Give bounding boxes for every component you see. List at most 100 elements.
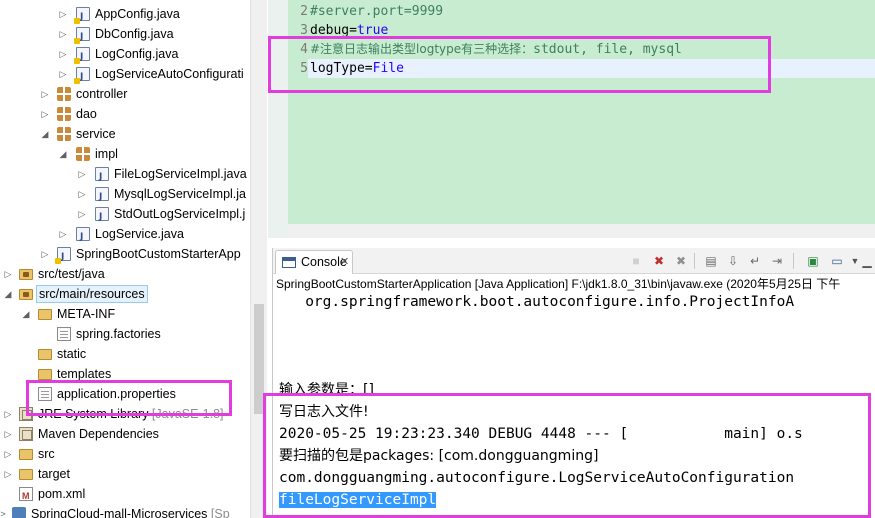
folder-icon bbox=[38, 309, 52, 320]
folder-icon bbox=[38, 349, 52, 360]
tree-item-logconfig[interactable]: ▷ LogConfig.java bbox=[0, 44, 250, 67]
scroll-lock-icon[interactable]: ⇩ bbox=[724, 252, 742, 270]
chevron-right-icon[interactable]: ▷ bbox=[58, 4, 68, 24]
chevron-right-icon[interactable]: ▷ bbox=[77, 184, 87, 204]
chevron-down-icon[interactable]: ◢ bbox=[40, 124, 50, 144]
project-icon bbox=[12, 507, 26, 518]
tree-item-label-group: SpringCloud-mall-Microservices [Sp bbox=[31, 504, 230, 518]
tree-item-impl[interactable]: ◢ impl bbox=[0, 144, 250, 164]
chevron-right-icon[interactable]: ▷ bbox=[3, 424, 13, 444]
tree-item-label: StdOutLogServiceImpl.j bbox=[114, 207, 246, 221]
editor-scrollbar[interactable] bbox=[288, 224, 875, 238]
tree-item-label: LogConfig.java bbox=[95, 47, 179, 61]
java-file-icon bbox=[76, 227, 90, 247]
java-file-icon bbox=[95, 187, 109, 207]
package-icon bbox=[76, 147, 90, 161]
tree-item-springcloud-mall[interactable]: > SpringCloud-mall-Microservices [Sp bbox=[0, 504, 250, 518]
chevron-right-icon[interactable]: ▷ bbox=[3, 404, 13, 424]
tree-item-pom-xml[interactable]: pom.xml bbox=[0, 484, 250, 506]
project-explorer: ▷ AppConfig.java ▷ DbConfig.java ▷ LogCo… bbox=[0, 0, 268, 518]
editor-text-area[interactable] bbox=[308, 0, 875, 224]
chevron-right-icon[interactable]: ▷ bbox=[3, 464, 13, 484]
tree-item-controller[interactable]: ▷ controller bbox=[0, 84, 250, 104]
chevron-right-icon[interactable]: > bbox=[0, 504, 8, 518]
tree-item-filelogserviceimpl[interactable]: ▷ FileLogServiceImpl.java bbox=[0, 164, 250, 187]
chevron-right-icon[interactable]: ▷ bbox=[40, 84, 50, 104]
tree-item-meta-inf[interactable]: ◢ META-INF bbox=[0, 304, 250, 324]
tree-item-dbconfig[interactable]: ▷ DbConfig.java bbox=[0, 24, 250, 47]
tree-item-src-main-resources[interactable]: ◢ src/main/resources bbox=[0, 284, 250, 304]
tree-item-src-test-java[interactable]: ▷ src/test/java bbox=[0, 264, 250, 284]
tree-item-label: SpringCloud-mall-Microservices bbox=[31, 507, 208, 518]
tree-item-appconfig[interactable]: ▷ AppConfig.java bbox=[0, 4, 250, 27]
annotation-box-editor bbox=[268, 36, 771, 93]
chevron-right-icon[interactable]: ▷ bbox=[3, 264, 13, 284]
tab-console[interactable]: Console ✕ bbox=[275, 250, 353, 274]
tree-item-target[interactable]: ▷ target bbox=[0, 464, 250, 484]
tree-item-label: static bbox=[57, 347, 87, 361]
console-line: org.springframework.boot.autoconfigure.i… bbox=[279, 294, 795, 310]
tree-item-label: src/main/resources bbox=[36, 285, 148, 303]
console-tab-bar: Console ✕ ■ ✖ ✖ ▤ ⇩ ↵ ⇥ ▣ ▭ ▼ ▁ bbox=[273, 248, 875, 274]
folder-icon bbox=[19, 469, 33, 480]
console-launch-description: SpringBootCustomStarterApplication [Java… bbox=[276, 277, 841, 291]
tree-item-label: Maven Dependencies bbox=[38, 427, 159, 441]
remove-all-icon[interactable]: ✖ bbox=[672, 252, 690, 270]
tree-item-logserviceautoconfiguration[interactable]: ▷ LogServiceAutoConfigurati bbox=[0, 64, 250, 87]
tree-item-label: DbConfig.java bbox=[95, 27, 174, 41]
chevron-right-icon[interactable]: ▷ bbox=[77, 164, 87, 184]
tree-item-maven-dependencies[interactable]: ▷ Maven Dependencies bbox=[0, 424, 250, 444]
display-console-icon[interactable]: ▣ bbox=[804, 252, 822, 270]
chevron-right-icon[interactable]: ▷ bbox=[58, 44, 68, 64]
tree-item-logservice[interactable]: ▷ LogService.java bbox=[0, 224, 250, 247]
tree-item-mysqllogserviceimpl[interactable]: ▷ MysqlLogServiceImpl.ja bbox=[0, 184, 250, 207]
tree-item-spring-factories[interactable]: spring.factories bbox=[0, 324, 250, 344]
open-console-icon[interactable]: ▭ bbox=[828, 252, 846, 270]
tree-item-src[interactable]: ▷ src bbox=[0, 444, 250, 464]
chevron-down-icon[interactable]: ◢ bbox=[21, 304, 31, 324]
tree-item-label: LogServiceAutoConfigurati bbox=[95, 67, 244, 81]
tree-item-springbootcustomstarterapp[interactable]: ▷ SpringBootCustomStarterApp bbox=[0, 244, 250, 267]
chevron-down-icon[interactable]: ◢ bbox=[58, 144, 68, 164]
tree-item-label: service bbox=[76, 127, 116, 141]
chevron-right-icon[interactable]: ▷ bbox=[58, 64, 68, 84]
tree-item-label: FileLogServiceImpl.java bbox=[114, 167, 247, 181]
toolbar-separator bbox=[694, 253, 695, 269]
terminate-icon[interactable]: ■ bbox=[627, 252, 645, 270]
chevron-right-icon[interactable]: ▷ bbox=[3, 444, 13, 464]
pin-console-icon[interactable]: ⇥ bbox=[768, 252, 786, 270]
close-icon[interactable]: ✕ bbox=[340, 254, 349, 270]
tree-item-dao[interactable]: ▷ dao bbox=[0, 104, 250, 124]
tree-item-label: src bbox=[38, 447, 55, 461]
tree-item-decoration: [Sp bbox=[207, 507, 230, 518]
tree-item-service[interactable]: ◢ service bbox=[0, 124, 250, 144]
java-file-icon bbox=[95, 207, 109, 227]
chevron-down-icon[interactable]: ◢ bbox=[3, 284, 13, 304]
tree-item-label: LogService.java bbox=[95, 227, 184, 241]
word-wrap-icon[interactable]: ↵ bbox=[746, 252, 764, 270]
package-icon bbox=[57, 87, 71, 101]
tree-item-label: pom.xml bbox=[38, 487, 86, 501]
minimize-icon[interactable]: ▁ bbox=[858, 252, 875, 270]
chevron-right-icon[interactable]: ▷ bbox=[58, 24, 68, 44]
clear-console-icon[interactable]: ▤ bbox=[702, 252, 720, 270]
tree-item-label: META-INF bbox=[57, 307, 116, 321]
tree-item-stdoutlogserviceimpl[interactable]: ▷ StdOutLogServiceImpl.j bbox=[0, 204, 250, 227]
console-icon bbox=[282, 257, 296, 268]
source-folder-icon bbox=[19, 269, 33, 280]
line-number: 2 bbox=[300, 4, 308, 19]
tree-item-static[interactable]: static bbox=[0, 344, 250, 364]
tree-item-label: target bbox=[38, 467, 70, 481]
chevron-right-icon[interactable]: ▷ bbox=[40, 104, 50, 124]
chevron-right-icon[interactable]: ▷ bbox=[40, 244, 50, 264]
chevron-right-icon[interactable]: ▷ bbox=[77, 204, 87, 224]
chevron-right-icon[interactable]: ▷ bbox=[58, 224, 68, 244]
tree-item-label: dao bbox=[76, 107, 97, 121]
source-folder-icon bbox=[19, 289, 33, 300]
maven-xml-icon bbox=[19, 486, 33, 506]
tree-item-label: spring.factories bbox=[76, 327, 161, 341]
tree-item-label: controller bbox=[76, 87, 128, 101]
view-separator bbox=[268, 238, 875, 248]
toolbar-separator bbox=[793, 253, 794, 269]
remove-launch-icon[interactable]: ✖ bbox=[650, 252, 668, 270]
